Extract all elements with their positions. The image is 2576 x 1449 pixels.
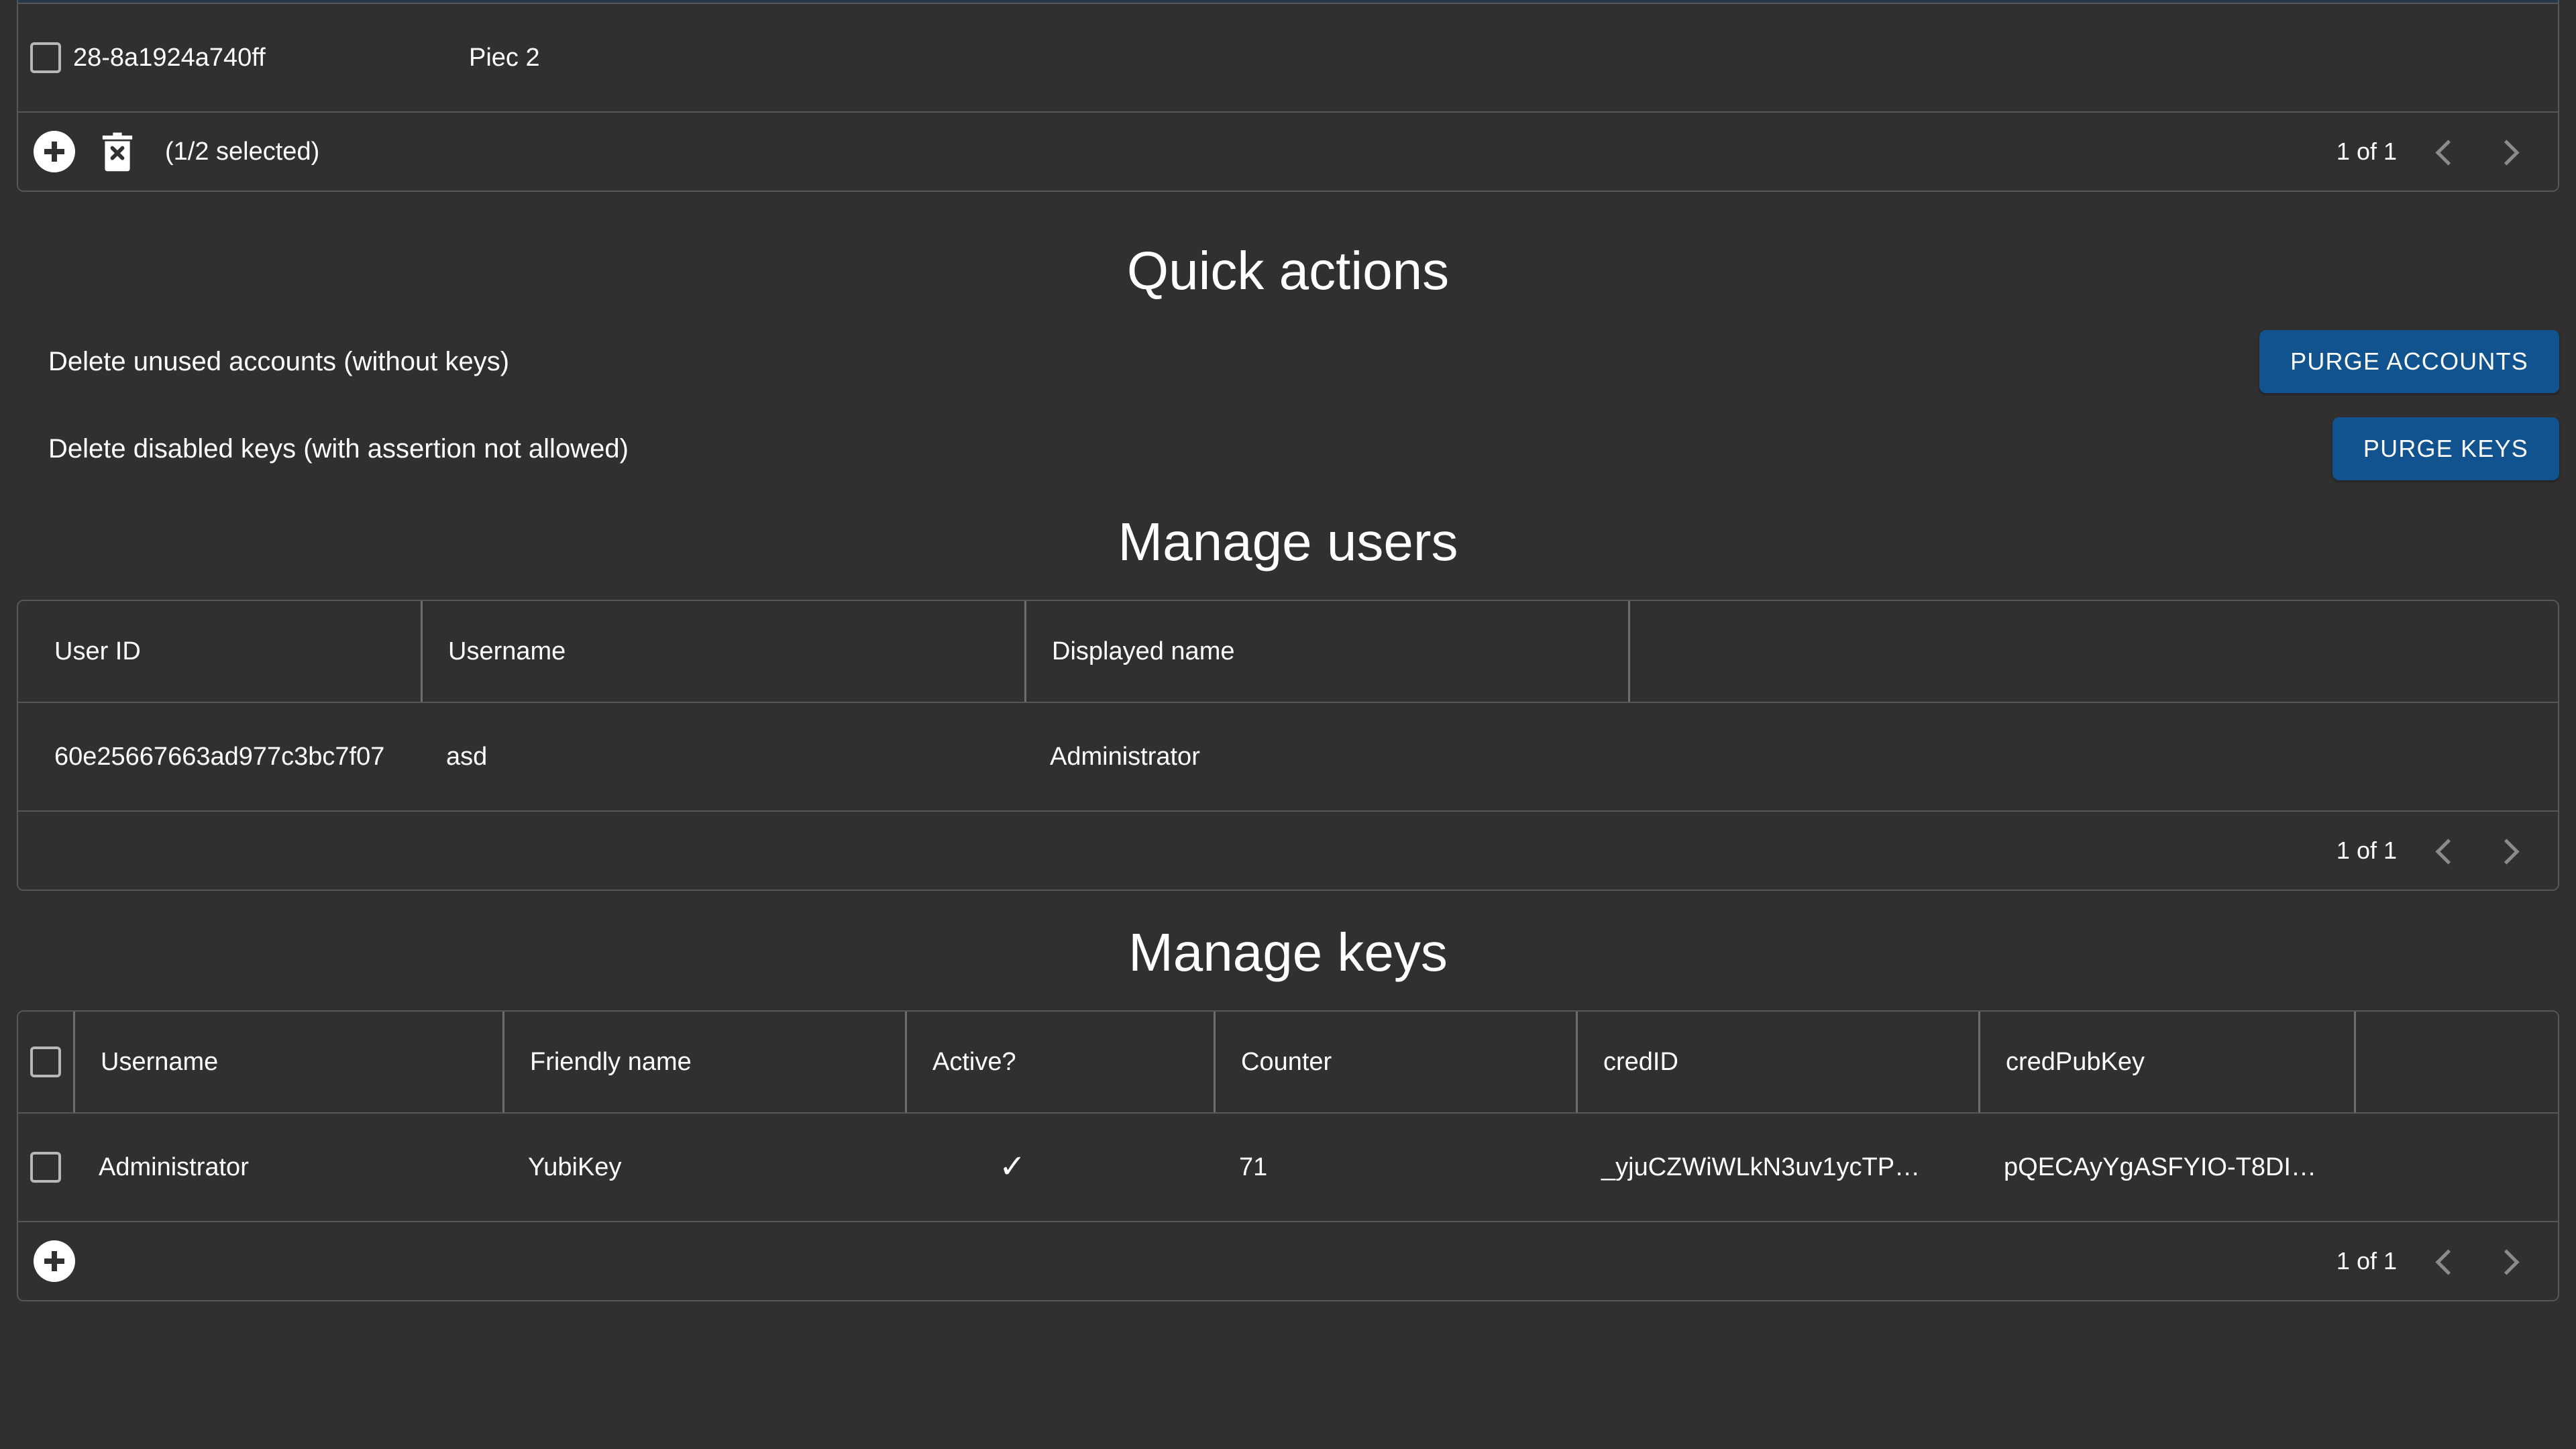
manage-users-footer: 1 of 1 [18, 812, 2558, 890]
table-header-row: User ID Username Displayed name [18, 601, 2558, 703]
chevron-left-icon[interactable] [2433, 138, 2460, 165]
column-header-counter[interactable]: Counter [1214, 1012, 1576, 1112]
checkbox-unchecked-icon[interactable] [30, 42, 61, 73]
cell-credid: _yjuCZWiWLkN3uv1ycTP… [1601, 1152, 1921, 1181]
selection-count-label: (1/2 selected) [165, 137, 320, 166]
purge-accounts-button[interactable]: PURGE ACCOUNTS [2259, 330, 2559, 393]
chevron-right-icon[interactable] [2496, 138, 2523, 165]
quick-action-purge-accounts: Delete unused accounts (without keys) PU… [0, 330, 2576, 393]
chevron-right-icon[interactable] [2496, 1248, 2523, 1275]
row-checkbox-cell[interactable] [18, 1114, 73, 1221]
table-row[interactable]: 60e25667663ad977c3bc7f07 asd Administrat… [18, 703, 2558, 812]
page-root: 28-8a1924cec4ff Piec 1 28-8a1924a740ff P… [0, 0, 2576, 1449]
chevron-left-icon[interactable] [2433, 837, 2460, 864]
manage-keys-pager: 1 of 1 [2337, 1247, 2558, 1275]
checkbox-unchecked-icon[interactable] [30, 1152, 61, 1183]
chevron-left-icon[interactable] [2433, 1248, 2460, 1275]
column-header-credid[interactable]: credID [1576, 1012, 1978, 1112]
column-header-user-id[interactable]: User ID [18, 601, 421, 702]
quick-action-purge-keys: Delete disabled keys (with assertion not… [0, 417, 2576, 480]
manage-users-pager: 1 of 1 [2337, 837, 2558, 865]
cell-username: asd [446, 742, 488, 771]
cell-piece-name: Piec 2 [469, 43, 540, 72]
cell-displayed-name: Administrator [1050, 742, 1200, 771]
table-row[interactable]: 28-8a1924a740ff Piec 2 [18, 4, 2558, 113]
cell-extra [2354, 1114, 2558, 1221]
quick-action-label: Delete disabled keys (with assertion not… [48, 433, 629, 464]
cell-counter: 71 [1239, 1152, 1268, 1181]
quick-action-label: Delete unused accounts (without keys) [48, 346, 510, 376]
row-checkbox-cell[interactable] [18, 0, 73, 3]
column-header-displayed-name[interactable]: Displayed name [1024, 601, 1628, 702]
add-circle-icon[interactable] [34, 1240, 75, 1282]
add-circle-icon[interactable] [34, 131, 75, 172]
table-row[interactable]: Administrator YubiKey ✓ 71 _yjuCZWiWLkN3… [18, 1114, 2558, 1222]
column-header-extra[interactable] [1628, 601, 2558, 702]
pieces-pager: 1 of 1 [2337, 138, 2558, 166]
cell-user-id: 60e25667663ad977c3bc7f07 [54, 742, 385, 771]
pieces-table-card: 28-8a1924cec4ff Piec 1 28-8a1924a740ff P… [17, 0, 2559, 192]
cell-piece-id: 28-8a1924cec4ff [73, 0, 469, 3]
manage-keys-footer: 1 of 1 [18, 1222, 2558, 1300]
column-header-active[interactable]: Active? [905, 1012, 1214, 1112]
cell-piece-name: Piec 1 [469, 0, 871, 3]
cell-active-check-icon: ✓ [999, 1149, 1026, 1185]
manage-users-table: User ID Username Displayed name 60e25667… [17, 600, 2559, 891]
delete-forever-icon[interactable] [99, 131, 136, 172]
select-all-checkbox-cell[interactable] [18, 1012, 73, 1112]
column-header-username[interactable]: Username [73, 1012, 502, 1112]
cell-friendly-name: YubiKey [528, 1152, 622, 1181]
column-header-extra[interactable] [2354, 1012, 2558, 1112]
cell-extra [1628, 703, 2558, 810]
cell-username: Administrator [99, 1152, 249, 1181]
pager-label: 1 of 1 [2336, 1247, 2397, 1275]
row-checkbox-cell[interactable] [18, 4, 73, 111]
table-header-row: Username Friendly name Active? Counter c… [18, 1012, 2558, 1114]
pieces-table-footer: (1/2 selected) 1 of 1 [18, 113, 2558, 191]
column-header-friendly-name[interactable]: Friendly name [502, 1012, 905, 1112]
column-header-username[interactable]: Username [421, 601, 1024, 702]
manage-keys-table: Username Friendly name Active? Counter c… [17, 1010, 2559, 1301]
quick-actions-title: Quick actions [1126, 241, 1450, 301]
chevron-right-icon[interactable] [2496, 837, 2523, 864]
cell-credpubkey: pQECAyYgASFYIO-T8DI… [2004, 1152, 2316, 1181]
manage-users-title: Manage users [1118, 512, 1458, 572]
manage-keys-title: Manage keys [1128, 922, 1448, 982]
purge-keys-button[interactable]: PURGE KEYS [2332, 417, 2559, 480]
pager-label: 1 of 1 [2336, 138, 2397, 165]
column-header-credpubkey[interactable]: credPubKey [1978, 1012, 2354, 1112]
pager-label: 1 of 1 [2336, 837, 2397, 864]
cell-piece-id: 28-8a1924a740ff [73, 43, 266, 72]
checkbox-unchecked-icon[interactable] [30, 1046, 61, 1077]
